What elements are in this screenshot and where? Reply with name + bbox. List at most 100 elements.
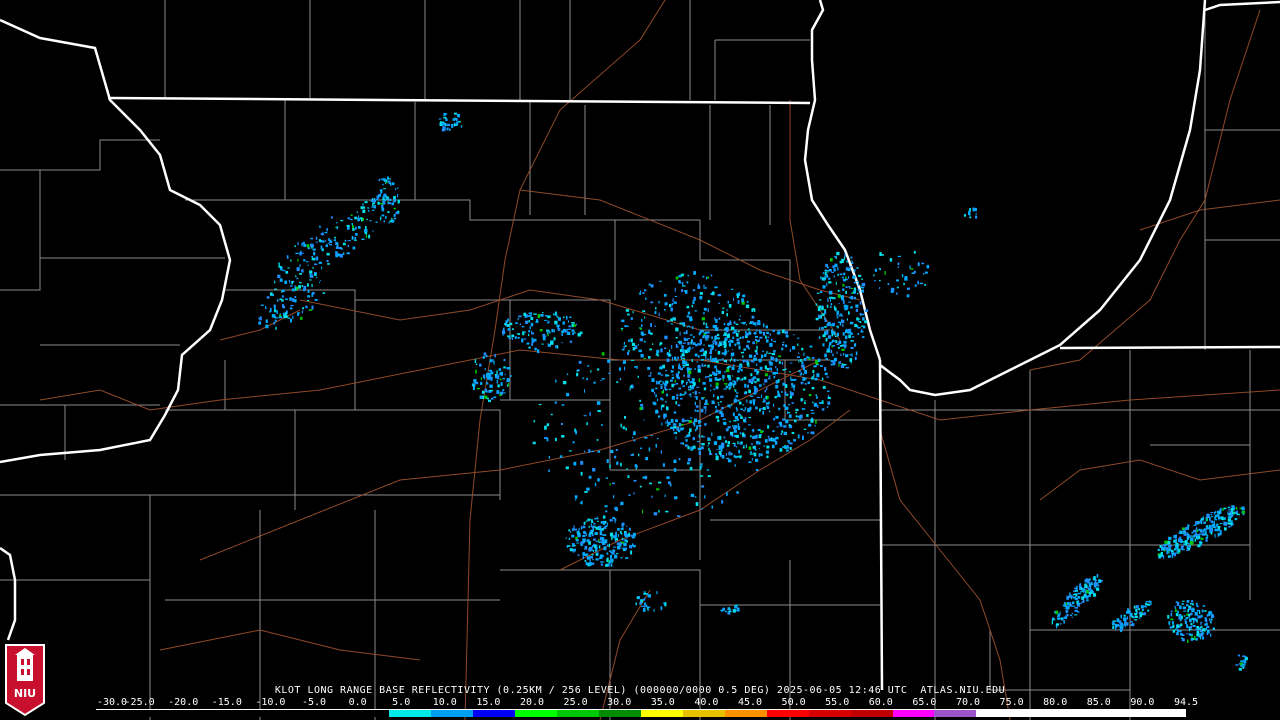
echo-cell	[620, 327, 624, 330]
echo-cell	[610, 563, 613, 567]
echo-cell	[686, 338, 689, 341]
echo-cell	[800, 359, 803, 362]
echo-cell	[609, 464, 611, 468]
echo-cell	[765, 325, 768, 329]
echo-cell	[458, 120, 461, 123]
echo-cell	[621, 329, 623, 331]
echo-cell	[896, 292, 898, 295]
echo-cell	[560, 423, 563, 425]
echo-cell	[625, 525, 628, 527]
echo-cell	[1069, 603, 1071, 606]
echo-cell	[380, 178, 383, 180]
echo-cell	[550, 341, 554, 345]
echo-cell	[606, 544, 609, 547]
echo-cell	[1205, 539, 1208, 542]
echo-cell	[678, 387, 682, 390]
echo-cell	[901, 274, 904, 278]
echo-cell	[753, 452, 757, 457]
echo-cell	[303, 288, 306, 292]
echo-cell	[685, 330, 688, 335]
echo-cell	[1197, 522, 1201, 524]
echo-cell	[727, 457, 730, 459]
echo-cell	[745, 444, 747, 449]
echo-cell	[782, 369, 785, 371]
echo-cell	[777, 379, 780, 381]
echo-cell	[781, 329, 785, 334]
echo-cell	[300, 316, 303, 320]
echo-cell	[834, 255, 837, 258]
echo-cell	[290, 304, 294, 307]
echo-cell	[479, 395, 483, 399]
echo-cell	[621, 547, 625, 549]
echo-cell	[292, 315, 294, 320]
echo-cell	[290, 259, 292, 262]
echo-cell	[756, 329, 758, 332]
echo-cell	[692, 342, 696, 345]
echo-cell	[727, 350, 729, 352]
echo-cell	[645, 297, 647, 300]
echo-cell	[498, 368, 502, 371]
echo-cell	[1196, 619, 1198, 623]
echo-cell	[555, 345, 557, 349]
echo-cell	[352, 236, 354, 239]
echo-cell	[685, 291, 688, 294]
echo-cell	[587, 365, 590, 367]
colorbar-tick: 25.0	[563, 697, 588, 708]
echo-cell	[596, 439, 599, 441]
echo-cell	[484, 368, 486, 371]
echo-cell	[281, 290, 283, 293]
echo-cell	[844, 256, 846, 260]
echo-cell	[624, 416, 626, 419]
echo-cell	[616, 552, 619, 554]
echo-cell	[1211, 520, 1213, 524]
echo-cell	[831, 271, 834, 273]
echo-cell	[308, 309, 313, 311]
echo-cell	[1188, 628, 1191, 632]
echo-cell	[835, 335, 837, 337]
echo-cell	[1169, 555, 1172, 558]
echo-cell	[724, 349, 727, 352]
echo-cell	[590, 523, 592, 528]
echo-cell	[762, 411, 764, 415]
echo-cell	[849, 296, 853, 299]
echo-cell	[717, 370, 721, 374]
echo-cell	[597, 450, 601, 453]
echo-cell	[1175, 543, 1178, 545]
echo-cell	[1242, 510, 1245, 514]
echo-cell	[710, 360, 712, 362]
echo-cell	[732, 375, 734, 377]
echo-cell	[589, 556, 591, 558]
echo-cell	[1241, 511, 1243, 513]
echo-cell	[825, 337, 828, 342]
echo-cell	[311, 257, 316, 261]
echo-cell	[750, 435, 752, 438]
echo-cell	[821, 408, 825, 411]
echo-cell	[692, 336, 695, 338]
colorbar-segment	[766, 710, 809, 717]
echo-cell	[460, 125, 463, 128]
echo-cell	[698, 434, 700, 439]
echo-cell	[336, 222, 338, 224]
echo-cell	[694, 310, 697, 312]
echo-cell	[687, 446, 690, 450]
echo-cell	[480, 377, 482, 380]
echo-cell	[921, 262, 925, 265]
echo-cell	[1074, 606, 1078, 609]
echo-cell	[565, 537, 567, 540]
echo-cell	[312, 266, 314, 269]
echo-cell	[836, 316, 839, 319]
echo-cell	[664, 602, 667, 607]
echo-cell	[716, 396, 720, 400]
echo-cell	[707, 439, 711, 441]
echo-cell	[1070, 614, 1073, 616]
echo-cell	[393, 217, 397, 220]
echo-cell	[728, 340, 732, 343]
echo-cell	[1240, 660, 1244, 663]
echo-cell	[548, 320, 550, 324]
echo-cell	[671, 383, 674, 388]
echo-cell	[655, 353, 659, 356]
echo-cell	[322, 292, 325, 294]
echo-cell	[340, 219, 344, 222]
echo-cell	[550, 413, 553, 416]
echo-cell	[754, 335, 759, 338]
